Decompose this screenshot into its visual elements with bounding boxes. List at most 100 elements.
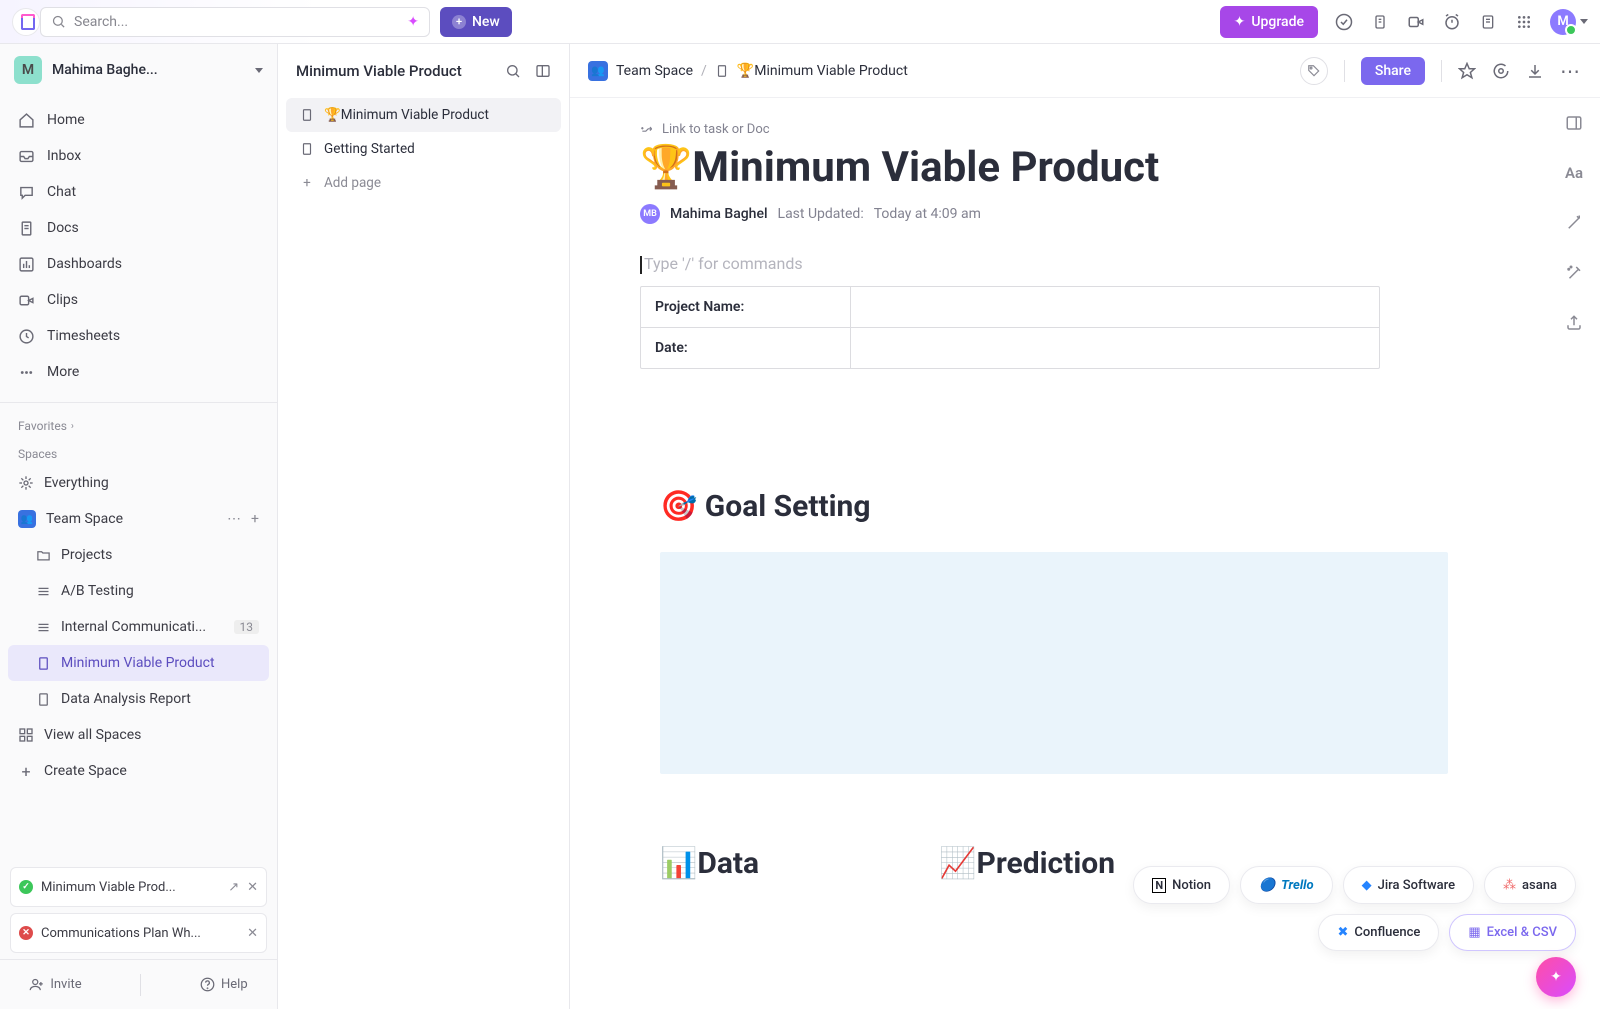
- space-team-space[interactable]: 👥 Team Space ⋯+: [8, 501, 269, 537]
- typography-icon[interactable]: Aa: [1563, 162, 1585, 184]
- export-icon[interactable]: [1563, 312, 1585, 334]
- upgrade-button[interactable]: ✦ Upgrade: [1220, 6, 1318, 38]
- plus-route-icon: [640, 123, 654, 137]
- link-to-task[interactable]: Link to task or Doc: [640, 122, 1530, 137]
- video-icon[interactable]: [1406, 12, 1426, 32]
- breadcrumb: 👥 Team Space / 🏆Minimum Viable Product S…: [570, 44, 1600, 98]
- cell-project-name-label: Project Name:: [641, 287, 851, 327]
- nav-docs[interactable]: Docs: [8, 210, 269, 246]
- user-menu[interactable]: M: [1550, 9, 1588, 35]
- chip-asana[interactable]: ⁂asana: [1484, 866, 1576, 904]
- author-name[interactable]: Mahima Baghel: [670, 206, 768, 222]
- trello-icon: 🔵: [1259, 877, 1275, 893]
- breadcrumb-space[interactable]: Team Space: [616, 63, 693, 79]
- star-icon[interactable]: [1458, 62, 1476, 80]
- new-button[interactable]: + New: [440, 7, 512, 37]
- cell-project-name-value[interactable]: [851, 287, 879, 327]
- nav-clips[interactable]: Clips: [8, 282, 269, 318]
- doc-tree-item-getting-started[interactable]: Getting Started: [286, 132, 561, 166]
- jira-icon: ◆: [1362, 878, 1372, 893]
- magic-wand-icon[interactable]: [1563, 212, 1585, 234]
- import-icon[interactable]: [1526, 62, 1544, 80]
- doc-side-rail: Aa: [1548, 98, 1600, 334]
- doc-title[interactable]: 🏆Minimum Viable Product: [640, 143, 1530, 192]
- asana-icon: ⁂: [1503, 878, 1516, 893]
- plus-icon[interactable]: +: [251, 511, 259, 527]
- sparkle-icon: ✦: [1234, 14, 1246, 30]
- team-icon: 👥: [588, 61, 608, 81]
- workspace-selector[interactable]: M Mahima Baghe...: [0, 44, 277, 96]
- author-avatar[interactable]: MB: [640, 204, 660, 224]
- panel-toggle-icon[interactable]: [1563, 112, 1585, 134]
- share-button[interactable]: Share: [1361, 57, 1425, 85]
- panel-layout-icon[interactable]: [535, 63, 551, 79]
- space-ab-testing[interactable]: A/B Testing: [8, 573, 269, 609]
- open-external-icon[interactable]: ↗: [228, 880, 239, 895]
- notion-icon: N: [1152, 878, 1166, 893]
- apps-grid-icon[interactable]: [1514, 12, 1534, 32]
- ai-fab[interactable]: ✦: [1536, 957, 1576, 997]
- cell-date-value[interactable]: [851, 328, 879, 368]
- templates-icon[interactable]: [1563, 262, 1585, 284]
- favorites-header[interactable]: Favorites›: [0, 409, 277, 437]
- toast-comms[interactable]: ✕ Communications Plan Wh... ✕: [10, 913, 267, 953]
- info-table[interactable]: Project Name: Date:: [640, 286, 1380, 369]
- updated-value: Today at 4:09 am: [874, 206, 981, 222]
- chip-notion[interactable]: NNotion: [1133, 866, 1230, 904]
- nav-timesheets[interactable]: Timesheets: [8, 318, 269, 354]
- nav-more[interactable]: More: [8, 354, 269, 390]
- item-count: 13: [234, 620, 260, 634]
- create-space[interactable]: +Create Space: [8, 753, 269, 789]
- chevron-down-icon: [1580, 19, 1588, 24]
- command-hint[interactable]: Type '/' for commands: [640, 254, 1530, 274]
- more-icon[interactable]: ⋯: [227, 511, 241, 527]
- chip-jira[interactable]: ◆Jira Software: [1343, 866, 1474, 904]
- more-icon[interactable]: ⋯: [1560, 59, 1582, 83]
- view-all-spaces[interactable]: View all Spaces: [8, 717, 269, 753]
- space-internal-comm[interactable]: Internal Communicati...13: [8, 609, 269, 645]
- callout-block[interactable]: [660, 552, 1448, 774]
- comment-icon[interactable]: [1492, 62, 1510, 80]
- doc-tree-panel: Minimum Viable Product 🏆Minimum Viable P…: [278, 44, 570, 1009]
- tag-icon[interactable]: [1300, 57, 1328, 85]
- close-icon[interactable]: ✕: [247, 880, 258, 895]
- check-circle-icon[interactable]: [1334, 12, 1354, 32]
- plus-icon: +: [300, 175, 314, 191]
- app-logo[interactable]: [12, 8, 40, 36]
- ai-sparkle-icon[interactable]: ✦: [407, 14, 419, 30]
- space-mvp[interactable]: Minimum Viable Product: [8, 645, 269, 681]
- chip-excel[interactable]: ▦Excel & CSV: [1449, 914, 1576, 951]
- note-icon[interactable]: [1478, 12, 1498, 32]
- doc-tree-title: Minimum Viable Product: [296, 62, 462, 80]
- breadcrumb-page[interactable]: 🏆Minimum Viable Product: [737, 63, 908, 79]
- search-icon[interactable]: [505, 63, 521, 79]
- nav-home[interactable]: Home: [8, 102, 269, 138]
- space-data-analysis[interactable]: Data Analysis Report: [8, 681, 269, 717]
- nav-inbox[interactable]: Inbox: [8, 138, 269, 174]
- chip-trello[interactable]: 🔵Trello: [1240, 866, 1333, 904]
- toast-mvp[interactable]: ✓ Minimum Viable Prod... ↗ ✕: [10, 867, 267, 907]
- doc-icon: [715, 64, 729, 78]
- nav-dashboards[interactable]: Dashboards: [8, 246, 269, 282]
- clipboard-icon[interactable]: [1370, 12, 1390, 32]
- spreadsheet-icon: ▦: [1468, 925, 1480, 940]
- close-icon[interactable]: ✕: [247, 926, 258, 941]
- search-placeholder: Search...: [74, 14, 128, 30]
- sparkle-icon: ✦: [1550, 969, 1562, 985]
- space-everything[interactable]: Everything: [8, 465, 269, 501]
- topbar: Search... ✦ + New ✦ Upgrade M: [0, 0, 1600, 44]
- nav-chat[interactable]: Chat: [8, 174, 269, 210]
- doc-tree-item-mvp[interactable]: 🏆Minimum Viable Product: [286, 98, 561, 132]
- space-projects[interactable]: Projects: [8, 537, 269, 573]
- alarm-icon[interactable]: [1442, 12, 1462, 32]
- invite-button[interactable]: Invite: [29, 977, 81, 992]
- help-button[interactable]: Help: [200, 977, 248, 992]
- avatar: M: [1550, 9, 1576, 35]
- spaces-header[interactable]: Spaces: [0, 437, 277, 465]
- global-search[interactable]: Search... ✦: [40, 7, 430, 37]
- cell-date-label: Date:: [641, 328, 851, 368]
- chip-confluence[interactable]: ✖Confluence: [1318, 914, 1439, 951]
- confluence-icon: ✖: [1337, 925, 1348, 940]
- plus-icon: +: [452, 15, 466, 29]
- add-page[interactable]: +Add page: [286, 166, 561, 200]
